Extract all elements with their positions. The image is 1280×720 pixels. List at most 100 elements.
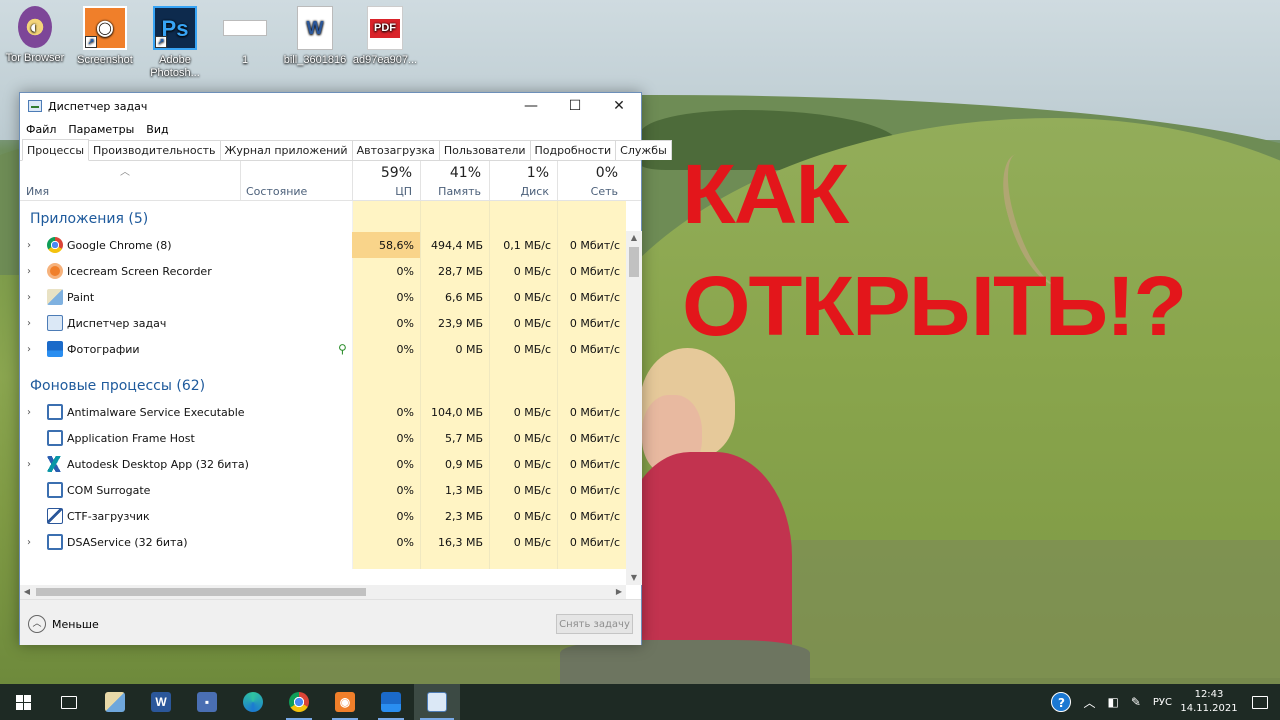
column-name[interactable]: Имя — [20, 161, 240, 201]
table-row[interactable]: › DSAService (32 бита) 0% 16,3 МБ 0 МБ/с… — [20, 529, 626, 555]
headline-line-2: ОТКРЫТЬ!? — [682, 259, 1187, 353]
tab-processes[interactable]: Процессы — [22, 139, 90, 161]
network-value: 0 Мбит/с — [569, 316, 620, 330]
process-name: Paint — [67, 290, 95, 304]
group-title: Фоновые процессы (62) — [30, 378, 206, 394]
expand-chevron-icon[interactable]: › — [27, 407, 31, 418]
desktop-icon-pdf[interactable]: PDF ad97ea907... — [350, 4, 420, 67]
edge-icon — [243, 692, 263, 712]
cpu-value: 0% — [396, 316, 414, 330]
network-value: 0 Мбит/с — [569, 483, 620, 497]
column-memory[interactable]: 41% Память — [420, 161, 489, 201]
desktop-icon-bill[interactable]: W bill_3601816 — [280, 4, 350, 67]
expand-chevron-icon[interactable]: › — [27, 240, 31, 251]
scroll-down-arrow-icon[interactable]: ▼ — [626, 571, 642, 585]
chevron-up-icon: ︿ — [28, 615, 46, 633]
expand-chevron-icon[interactable]: › — [27, 318, 31, 329]
tab-strip: Процессы Производительность Журнал прило… — [20, 139, 672, 161]
group-header-background[interactable]: Фоновые процессы (62) — [20, 373, 626, 399]
expand-chevron-icon[interactable]: › — [27, 344, 31, 355]
desktop-icon-label: ad97ea907... — [352, 54, 418, 66]
menu-options[interactable]: Параметры — [68, 123, 134, 136]
group-header-apps[interactable]: Приложения (5) — [20, 206, 626, 232]
disk-value: 0 МБ/с — [513, 431, 551, 445]
taskbar-icecream[interactable]: ◉ — [322, 684, 368, 720]
desktop-icon-screenshot[interactable]: ◉ ↗ Screenshot — [70, 4, 140, 67]
tab-users[interactable]: Пользователи — [438, 140, 531, 160]
pen-icon[interactable]: ✎ — [1131, 695, 1141, 709]
maximize-icon: ☐ — [568, 98, 582, 114]
tab-app-history[interactable]: Журнал приложений — [219, 140, 353, 160]
expand-chevron-icon[interactable]: › — [27, 292, 31, 303]
taskbar-save-app[interactable]: ▪ — [184, 684, 230, 720]
tab-services[interactable]: Службы — [615, 140, 672, 160]
scroll-up-arrow-icon[interactable]: ▲ — [626, 231, 642, 245]
process-name: DSAService (32 бита) — [67, 535, 188, 549]
expand-chevron-icon[interactable]: › — [27, 537, 31, 548]
service-window-icon — [47, 430, 63, 446]
desktop-icon-file-1[interactable]: 1 — [210, 4, 280, 67]
taskbar-paint[interactable] — [92, 684, 138, 720]
action-center-button[interactable] — [1240, 695, 1280, 709]
tab-performance[interactable]: Производительность — [88, 140, 221, 160]
close-button[interactable]: ✕ — [597, 93, 641, 119]
menu-file[interactable]: Файл — [26, 123, 56, 136]
desktop-icon-photoshop[interactable]: Ps ↗ Adobe Photosh... — [140, 4, 210, 80]
process-name: Autodesk Desktop App (32 бита) — [67, 457, 249, 471]
column-disk[interactable]: 1% Диск — [489, 161, 557, 201]
table-row[interactable]: › Antimalware Service Executable 0% 104,… — [20, 399, 626, 425]
title-bar[interactable]: Диспетчер задач — ☐ ✕ — [20, 93, 641, 119]
table-row[interactable]: COM Surrogate 0% 1,3 МБ 0 МБ/с 0 Мбит/с — [20, 477, 626, 503]
column-cpu[interactable]: 59% ЦП — [352, 161, 420, 201]
process-name: COM Surrogate — [67, 483, 151, 497]
table-row[interactable]: › Фотографии ⚲ 0% 0 МБ 0 МБ/с 0 Мбит/с — [20, 336, 626, 362]
ctf-loader-icon — [47, 508, 63, 524]
minimize-button[interactable]: — — [509, 93, 553, 119]
vertical-scroll-thumb[interactable] — [629, 247, 639, 277]
vertical-scrollbar[interactable]: ▲ ▼ — [626, 231, 642, 585]
horizontal-scroll-thumb[interactable] — [36, 588, 366, 596]
clock-date: 14.11.2021 — [1180, 703, 1238, 714]
column-divider[interactable] — [240, 161, 241, 200]
table-row[interactable]: › Google Chrome (8) 58,6% 494,4 МБ 0,1 М… — [20, 232, 626, 258]
show-hidden-icons-chevron-icon[interactable]: ︿ — [1083, 694, 1095, 711]
taskbar-photos[interactable] — [368, 684, 414, 720]
taskbar-chrome[interactable] — [276, 684, 322, 720]
taskbar-word[interactable]: W — [138, 684, 184, 720]
paint-icon — [105, 692, 125, 712]
disk-value: 0 МБ/с — [513, 509, 551, 523]
fewer-details-button[interactable]: ︿ Меньше — [28, 615, 99, 633]
table-row[interactable]: CTF-загрузчик 0% 2,3 МБ 0 МБ/с 0 Мбит/с — [20, 503, 626, 529]
clock[interactable]: 12:43 14.11.2021 — [1178, 688, 1240, 716]
desktop-icon-label: Adobe Photosh... — [150, 54, 200, 79]
end-task-button[interactable]: Снять задачу — [556, 614, 633, 634]
scroll-right-arrow-icon[interactable]: ▶ — [612, 585, 626, 599]
network-value: 0 Мбит/с — [569, 431, 620, 445]
maximize-button[interactable]: ☐ — [553, 93, 597, 119]
table-row[interactable]: › Диспетчер задач 0% 23,9 МБ 0 МБ/с 0 Мб… — [20, 310, 626, 336]
expand-chevron-icon[interactable]: › — [27, 266, 31, 277]
column-network[interactable]: 0% Сеть — [557, 161, 626, 201]
horizontal-scrollbar[interactable]: ◀ ▶ — [20, 585, 626, 599]
start-button[interactable] — [0, 684, 46, 720]
tab-details[interactable]: Подробности — [529, 140, 617, 160]
column-header-row: ︿ Имя Состояние 59% ЦП 41% Память 1% Дис… — [20, 161, 641, 201]
desktop-icon-label: 1 — [241, 54, 249, 66]
desktop-icon-tor-browser[interactable]: ◐ Tor Browser — [0, 4, 70, 65]
table-row[interactable]: › Autodesk Desktop App (32 бита) 0% 0,9 … — [20, 451, 626, 477]
menu-view[interactable]: Вид — [146, 123, 168, 136]
table-row[interactable]: Application Frame Host 0% 5,7 МБ 0 МБ/с … — [20, 425, 626, 451]
task-view-button[interactable] — [46, 684, 92, 720]
input-language[interactable]: РУС — [1153, 697, 1172, 708]
help-icon[interactable]: ? — [1051, 692, 1072, 712]
table-row[interactable]: › Paint 0% 6,6 МБ 0 МБ/с 0 Мбит/с — [20, 284, 626, 310]
scroll-left-arrow-icon[interactable]: ◀ — [20, 585, 34, 599]
taskbar-edge[interactable] — [230, 684, 276, 720]
network-status-icon[interactable]: ◧ — [1107, 695, 1118, 709]
column-status[interactable]: Состояние — [240, 161, 352, 201]
taskbar-task-manager[interactable] — [414, 684, 460, 720]
tab-startup[interactable]: Автозагрузка — [351, 140, 440, 160]
expand-chevron-icon[interactable]: › — [27, 459, 31, 470]
table-row[interactable]: › Icecream Screen Recorder 0% 28,7 МБ 0 … — [20, 258, 626, 284]
cpu-value: 0% — [396, 405, 414, 419]
